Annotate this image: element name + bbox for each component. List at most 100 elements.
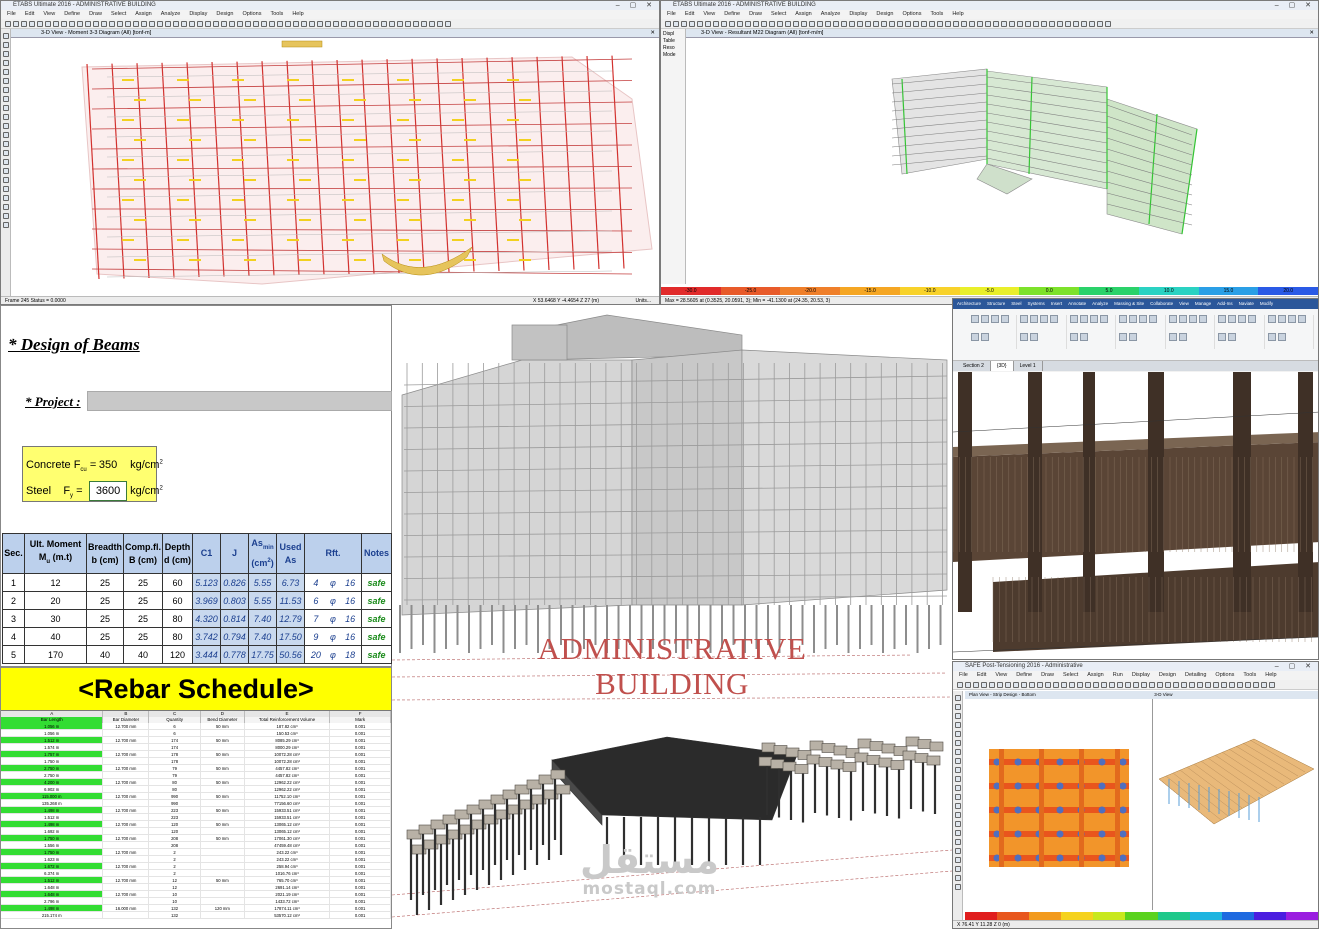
toolbar-button[interactable] bbox=[301, 20, 307, 27]
menu-item-define[interactable]: Define bbox=[724, 11, 740, 17]
toolbar-button[interactable] bbox=[849, 20, 855, 27]
side-tool-button[interactable] bbox=[954, 776, 961, 782]
side-tool-button[interactable] bbox=[954, 794, 961, 800]
toolbar-button[interactable] bbox=[149, 20, 155, 27]
toolbar-button[interactable] bbox=[253, 20, 259, 27]
side-tool-button[interactable] bbox=[954, 695, 961, 701]
side-tool-button[interactable] bbox=[954, 731, 961, 737]
menu-item-design[interactable]: Design bbox=[876, 11, 893, 17]
ribbon-button[interactable] bbox=[981, 333, 989, 341]
toolbar-button[interactable] bbox=[1053, 681, 1059, 688]
toolbar-button[interactable] bbox=[93, 20, 99, 27]
ribbon-tab[interactable]: Collaborate bbox=[1150, 301, 1173, 306]
toolbar-button[interactable] bbox=[785, 20, 791, 27]
side-tool-button[interactable] bbox=[2, 141, 9, 147]
window-controls[interactable]: – ▢ ✕ bbox=[1275, 662, 1315, 671]
toolbar-button[interactable] bbox=[141, 20, 147, 27]
side-tool-button[interactable] bbox=[954, 848, 961, 854]
toolbar-button[interactable] bbox=[929, 20, 935, 27]
side-tool-button[interactable] bbox=[2, 69, 9, 75]
toolbar-button[interactable] bbox=[1141, 681, 1147, 688]
toolbar-button[interactable] bbox=[957, 681, 963, 688]
toolbar-button[interactable] bbox=[673, 20, 679, 27]
menu-item-design[interactable]: Design bbox=[1159, 672, 1176, 678]
toolbar-button[interactable] bbox=[317, 20, 323, 27]
toolbar-button[interactable] bbox=[865, 20, 871, 27]
menu-item-run[interactable]: Run bbox=[1113, 672, 1123, 678]
toolbar-button[interactable] bbox=[389, 20, 395, 27]
ribbon-button[interactable] bbox=[1020, 333, 1029, 341]
toolbar-button[interactable] bbox=[333, 20, 339, 27]
toolbar-button[interactable] bbox=[157, 20, 163, 27]
toolbar-button[interactable] bbox=[1013, 681, 1019, 688]
toolbar-button[interactable] bbox=[61, 20, 67, 27]
toolbar-button[interactable] bbox=[1105, 20, 1111, 27]
toolbar-button[interactable] bbox=[1125, 681, 1131, 688]
toolbar-button[interactable] bbox=[713, 20, 719, 27]
toolbar-button[interactable] bbox=[117, 20, 123, 27]
toolbar-button[interactable] bbox=[1149, 681, 1155, 688]
menu-item-view[interactable]: View bbox=[43, 11, 55, 17]
revit-3d-viewport[interactable] bbox=[953, 372, 1318, 659]
window-controls[interactable]: – ▢ ✕ bbox=[1275, 1, 1315, 10]
menu-item-define[interactable]: Define bbox=[1016, 672, 1032, 678]
ribbon-button[interactable] bbox=[981, 315, 989, 323]
window-controls[interactable]: – ▢ ✕ bbox=[616, 1, 656, 10]
ribbon-button[interactable] bbox=[1297, 315, 1306, 323]
toolbar-button[interactable] bbox=[965, 681, 971, 688]
menu-item-select[interactable]: Select bbox=[111, 11, 126, 17]
side-tool-button[interactable] bbox=[954, 821, 961, 827]
ribbon-button[interactable] bbox=[1198, 315, 1207, 323]
ribbon-button[interactable] bbox=[1050, 315, 1059, 323]
ribbon-button[interactable] bbox=[1030, 333, 1039, 341]
etabs-view-tab[interactable]: 3-D View - Moment 3-3 Diagram (All) [ton… bbox=[1, 29, 659, 38]
toolbar-button[interactable] bbox=[761, 20, 767, 27]
menu-item-define[interactable]: Define bbox=[64, 11, 80, 17]
toolbar-button[interactable] bbox=[1101, 681, 1107, 688]
toolbar-button[interactable] bbox=[309, 20, 315, 27]
toolbar-button[interactable] bbox=[985, 20, 991, 27]
toolbar-button[interactable] bbox=[1065, 20, 1071, 27]
side-tool-button[interactable] bbox=[954, 785, 961, 791]
side-tool-button[interactable] bbox=[954, 740, 961, 746]
ribbon-button[interactable] bbox=[1079, 315, 1088, 323]
ribbon-tab[interactable]: Steel bbox=[1011, 301, 1021, 306]
toolbar-button[interactable] bbox=[1261, 681, 1267, 688]
ribbon-button[interactable] bbox=[1277, 333, 1286, 341]
ribbon-button[interactable] bbox=[971, 333, 979, 341]
ribbon-tab[interactable]: Manage bbox=[1195, 301, 1211, 306]
menu-item-tools[interactable]: Tools bbox=[1243, 672, 1256, 678]
side-tool-button[interactable] bbox=[954, 830, 961, 836]
side-tool-button[interactable] bbox=[954, 884, 961, 890]
ribbon-tab[interactable]: Analyze bbox=[1092, 301, 1108, 306]
ribbon-button[interactable] bbox=[1030, 315, 1039, 323]
toolbar-button[interactable] bbox=[873, 20, 879, 27]
menu-item-help[interactable]: Help bbox=[952, 11, 963, 17]
ribbon-button[interactable] bbox=[1129, 333, 1138, 341]
toolbar-button[interactable] bbox=[197, 20, 203, 27]
side-tool-button[interactable] bbox=[954, 839, 961, 845]
toolbar-button[interactable] bbox=[1089, 20, 1095, 27]
side-tool-button[interactable] bbox=[954, 713, 961, 719]
toolbar-button[interactable] bbox=[1117, 681, 1123, 688]
menu-item-file[interactable]: File bbox=[667, 11, 676, 17]
menu-item-edit[interactable]: Edit bbox=[685, 11, 694, 17]
toolbar-button[interactable] bbox=[1229, 681, 1235, 688]
ribbon-tab[interactable]: Insert bbox=[1051, 301, 1062, 306]
side-tool-button[interactable] bbox=[2, 213, 9, 219]
side-tool-button[interactable] bbox=[2, 132, 9, 138]
toolbar-button[interactable] bbox=[1253, 681, 1259, 688]
toolbar-button[interactable] bbox=[1025, 20, 1031, 27]
etabs-view-tab[interactable]: 3-D View - Resultant M22 Diagram (All) [… bbox=[661, 29, 1318, 38]
side-tool-button[interactable] bbox=[2, 78, 9, 84]
ribbon-tab[interactable]: Massing & Site bbox=[1114, 301, 1144, 306]
side-tool-button[interactable] bbox=[2, 33, 9, 39]
toolbar-button[interactable] bbox=[953, 20, 959, 27]
ribbon-button[interactable] bbox=[1267, 333, 1276, 341]
ribbon-button[interactable] bbox=[1069, 315, 1078, 323]
menu-item-display[interactable]: Display bbox=[1132, 672, 1150, 678]
toolbar-button[interactable] bbox=[173, 20, 179, 27]
toolbar-button[interactable] bbox=[373, 20, 379, 27]
toolbar-button[interactable] bbox=[753, 20, 759, 27]
menu-item-display[interactable]: Display bbox=[189, 11, 207, 17]
